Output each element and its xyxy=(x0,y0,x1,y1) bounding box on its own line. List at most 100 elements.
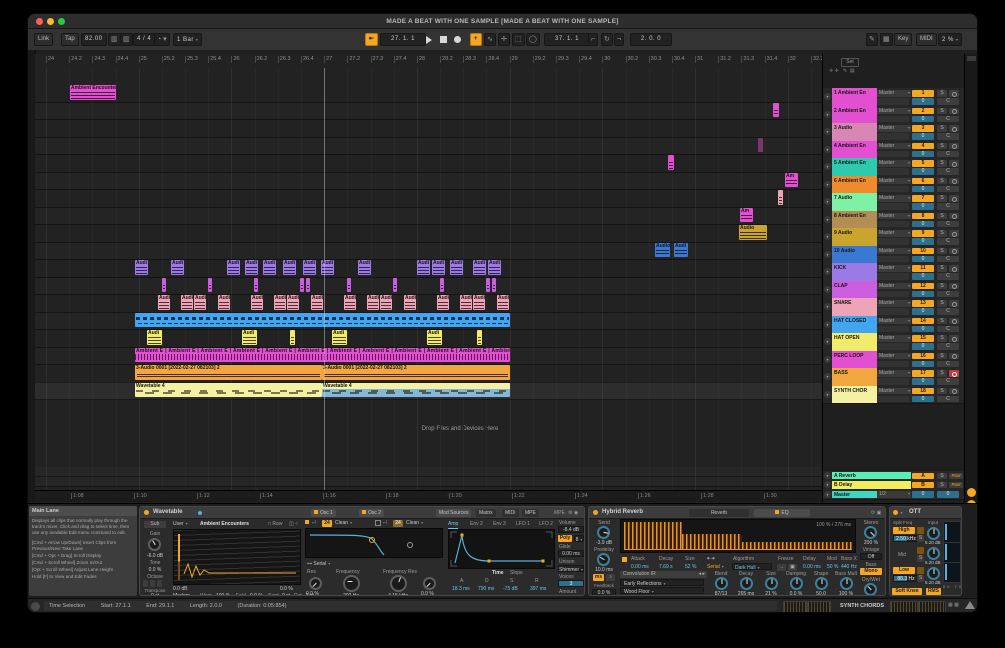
clip[interactable]: Audi xyxy=(181,295,193,310)
crossfade-assign[interactable]: C xyxy=(937,378,959,385)
arm-button[interactable] xyxy=(949,212,959,219)
clip[interactable]: Ambient Encounter xyxy=(70,85,116,100)
res1-value[interactable]: 0.0 % xyxy=(306,591,319,595)
session-record-icon[interactable]: ◯ xyxy=(526,33,540,46)
send-value[interactable]: -3.9 dB xyxy=(589,540,619,546)
tap-tempo-button[interactable]: Tap xyxy=(61,33,79,46)
collapse-icon[interactable]: ▾ xyxy=(824,338,831,345)
collapse-icon[interactable]: ▾ xyxy=(824,180,831,188)
crossfade-assign[interactable]: C xyxy=(937,325,959,332)
clip[interactable] xyxy=(486,277,490,292)
rms-button[interactable]: RMS xyxy=(926,588,941,595)
arm-button[interactable] xyxy=(949,370,959,377)
collapse-icon[interactable]: ▾ xyxy=(824,303,831,310)
automation-mode-icon[interactable]: ∿ xyxy=(484,33,496,46)
wt-level-value[interactable]: 0.0 dB xyxy=(173,586,187,592)
osc1-on-icon[interactable] xyxy=(314,509,318,514)
collapse-icon[interactable]: ▾ xyxy=(824,145,831,153)
octave-button[interactable] xyxy=(150,580,155,587)
crossfade-assign[interactable]: C xyxy=(937,203,959,210)
clip[interactable]: Audi xyxy=(283,260,296,275)
input-box[interactable] xyxy=(877,185,909,192)
draw-mode-icon[interactable]: ✎ xyxy=(866,33,878,46)
attack-value[interactable]: 0.00 ms xyxy=(631,564,649,570)
arm-button[interactable] xyxy=(949,352,959,359)
track-header[interactable]: ▾2 Ambient EnMaster2S0C xyxy=(823,105,964,124)
collapse-icon[interactable]: ▾ xyxy=(824,373,831,380)
clip[interactable] xyxy=(778,190,783,205)
output-routing-menu[interactable]: Master xyxy=(877,177,911,184)
clip[interactable]: Audi xyxy=(251,295,263,310)
clip[interactable]: Audi xyxy=(147,330,162,345)
band-button[interactable]: High xyxy=(893,527,915,534)
clip[interactable]: Audi xyxy=(311,295,323,310)
collapse-icon[interactable]: ▾ xyxy=(824,215,831,223)
track-name[interactable]: SYNTH CHOR xyxy=(832,385,877,403)
band-freq[interactable]: 2.50 kHz xyxy=(893,535,919,542)
track-lane[interactable]: Ambient Encounter xyxy=(35,84,822,103)
track-number[interactable]: 11 xyxy=(912,265,934,272)
arm-button[interactable] xyxy=(949,300,959,307)
device-thumbnail[interactable] xyxy=(890,601,918,612)
clip[interactable] xyxy=(162,277,166,292)
res1-knob[interactable] xyxy=(309,577,322,590)
track-number[interactable]: 5 xyxy=(912,160,934,167)
output-routing-menu[interactable]: Master xyxy=(877,282,911,289)
clip[interactable]: Audi xyxy=(404,295,416,310)
sync-button[interactable]: ♪ xyxy=(606,574,615,581)
eq-on-icon[interactable] xyxy=(775,509,780,514)
collapse-icon[interactable]: ▾ xyxy=(824,110,831,118)
vintage-value[interactable]: Off xyxy=(860,553,882,560)
send-value[interactable]: 0 xyxy=(912,290,934,297)
tab-midi[interactable]: MIDI xyxy=(502,508,519,517)
filter-display[interactable] xyxy=(305,528,443,558)
track-number[interactable]: 13 xyxy=(912,300,934,307)
clip[interactable] xyxy=(668,155,674,170)
band-freq[interactable]: 88.3 Hz xyxy=(893,575,919,582)
collapse-icon[interactable]: ▾ xyxy=(824,490,831,498)
env-slope-tab[interactable]: Slope xyxy=(510,570,523,576)
track-name[interactable]: 1 Ambient En xyxy=(832,88,877,106)
cue-volume[interactable]: 0 xyxy=(912,491,934,498)
track-lane[interactable]: 3-Audio 0001 [2022-02-27 082103] 2 3-Audi… xyxy=(35,364,822,383)
tone-value[interactable]: 0.0 % xyxy=(140,567,170,573)
return-name[interactable]: B Delay xyxy=(832,481,911,489)
track-lane[interactable]: Audio xyxy=(35,224,822,243)
loop-length-field[interactable]: 2. 0. 0 xyxy=(630,33,672,46)
gain-knob[interactable] xyxy=(148,538,161,551)
filter-routing-menu[interactable]: ⊶ Serial xyxy=(307,561,330,567)
delay-value[interactable]: 0.00 ms xyxy=(803,564,821,570)
clip[interactable]: Audi xyxy=(242,330,257,345)
solo-button[interactable]: S xyxy=(937,212,947,219)
return-name[interactable]: A Reverb xyxy=(832,472,911,480)
track-name[interactable]: 3 Audio xyxy=(832,123,877,141)
capture-midi-icon[interactable]: ⬚ xyxy=(512,33,525,46)
set-time-button[interactable]: Set xyxy=(841,58,859,67)
clip[interactable] xyxy=(773,102,779,117)
band-gain-value[interactable]: 5.20 dB xyxy=(925,540,941,545)
track-header[interactable]: ▾10 AudioMaster10S0C xyxy=(823,245,964,264)
track-name[interactable]: 4 Ambient En xyxy=(832,140,877,158)
clip[interactable]: Am xyxy=(785,172,798,187)
band-solo-button[interactable]: S xyxy=(917,535,924,542)
res2-value[interactable]: 0.0 % xyxy=(421,591,434,595)
input-box[interactable] xyxy=(877,395,909,402)
track-lane[interactable] xyxy=(35,312,822,330)
track-name[interactable]: 9 Audio xyxy=(832,228,877,246)
predelay-knob[interactable] xyxy=(597,553,610,566)
raw-checkbox[interactable]: □ Raw xyxy=(268,521,282,527)
record-button[interactable] xyxy=(454,36,461,43)
arrangement-grid[interactable]: Drop Files and Devices Here 24 24.2 24.3 24… xyxy=(35,54,822,491)
collapse-icon[interactable]: ▾ xyxy=(824,250,831,258)
input-box[interactable] xyxy=(877,150,909,157)
wt-position-value[interactable]: 0.0 % xyxy=(280,586,293,592)
track-number[interactable]: 9 xyxy=(912,230,934,237)
arm-button[interactable] xyxy=(949,195,959,202)
clip[interactable]: Audi xyxy=(437,295,449,310)
collapse-icon[interactable]: ▾ xyxy=(824,163,831,170)
collapse-icon[interactable]: ▾ xyxy=(824,355,831,363)
track-header[interactable]: ▾7 AudioMaster7S0C xyxy=(823,193,964,212)
clip[interactable] xyxy=(300,277,304,292)
freeze-in-button[interactable]: → xyxy=(777,564,786,571)
track-lane[interactable]: Audio Audi xyxy=(35,242,822,260)
